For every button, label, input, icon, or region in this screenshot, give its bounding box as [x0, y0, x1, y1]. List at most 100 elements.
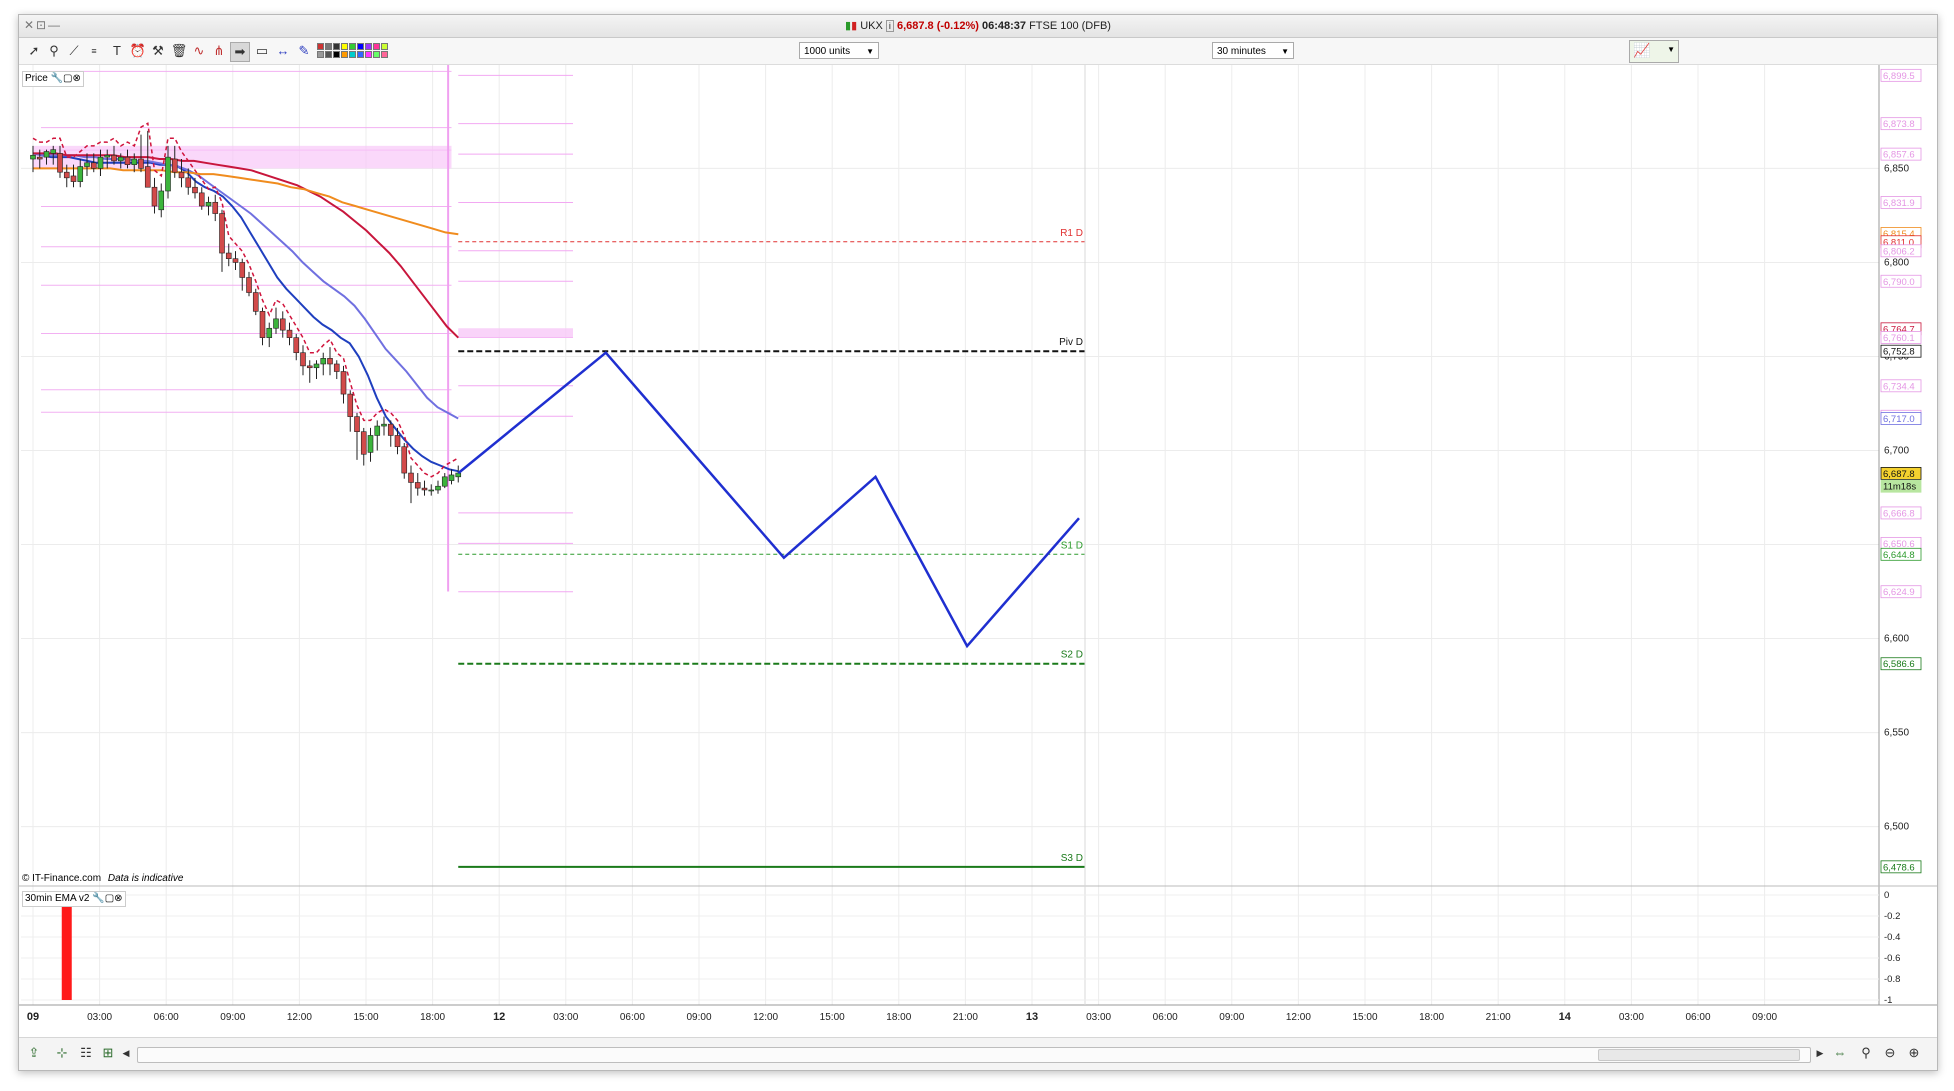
candle-body — [435, 485, 441, 491]
candle-body — [185, 177, 192, 188]
candle-body — [259, 311, 266, 338]
candle-body — [252, 292, 259, 312]
candle-body — [381, 423, 387, 427]
axis-value-label: 6,624.9 — [1883, 587, 1915, 598]
candle-body — [144, 166, 151, 188]
axis-value-label: 6,734.4 — [1883, 381, 1915, 392]
y-tick-label: 6,800 — [1884, 257, 1909, 268]
axis-value-label: 6,806.2 — [1883, 246, 1915, 257]
x-tick-label: 09 — [27, 1011, 39, 1023]
candle-body — [178, 171, 185, 179]
indicator-tick-label: 0 — [1884, 890, 1889, 901]
candle-body — [441, 476, 448, 487]
chart-canvas[interactable]: 6,5006,5506,6006,6506,7006,7506,8006,850… — [19, 15, 1937, 1037]
zoom-in-icon[interactable]: ⊕ — [1905, 1044, 1923, 1062]
candle-body — [320, 358, 327, 365]
pivot-label: Piv D — [1059, 337, 1083, 348]
window-icon[interactable]: ▢ — [105, 893, 114, 904]
watermark-note: Data is indicative — [107, 873, 184, 884]
close-pane-icon[interactable]: ⊗ — [72, 73, 80, 84]
candle-body — [367, 435, 374, 453]
list-icon[interactable]: ☷ — [77, 1044, 95, 1062]
candle-body — [158, 190, 165, 211]
x-tick-label: 15:00 — [353, 1012, 378, 1023]
candle-body — [151, 186, 158, 207]
settings-icon[interactable]: 🔧 — [92, 893, 104, 904]
candle-body — [414, 482, 421, 489]
axis-value-label: 6,717.0 — [1883, 414, 1915, 425]
candle-body — [36, 156, 43, 160]
candle-body — [84, 162, 90, 167]
y-tick-label: 6,550 — [1884, 728, 1909, 739]
x-tick-label: 03:00 — [1619, 1012, 1644, 1023]
scroll-thumb[interactable] — [1598, 1049, 1800, 1061]
x-tick-label: 06:00 — [1685, 1012, 1710, 1023]
zoom-region-icon[interactable]: ⚲ — [1857, 1044, 1875, 1062]
candle-body — [293, 337, 300, 354]
axis-value-label: 6,586.6 — [1883, 659, 1915, 670]
candle-body — [30, 154, 36, 160]
axis-value-label: 6,899.5 — [1883, 71, 1915, 82]
settings-icon[interactable]: 🔧 — [51, 73, 63, 84]
candle-body — [219, 213, 225, 254]
horizontal-scrollbar[interactable] — [137, 1047, 1811, 1063]
candle-body — [138, 158, 144, 169]
candle-body — [313, 363, 320, 369]
crosshair-icon[interactable]: ⊹ — [53, 1044, 71, 1062]
indicator-bar — [61, 903, 72, 1000]
scroll-left-icon[interactable]: ◀ — [117, 1044, 135, 1062]
y-tick-label: 6,850 — [1884, 163, 1909, 174]
indicator-tick-label: -0.4 — [1884, 932, 1900, 943]
candle-body — [205, 201, 212, 207]
moving-average-line — [32, 152, 459, 420]
candle-body — [340, 371, 347, 395]
candles — [30, 130, 462, 504]
x-tick-label: 03:00 — [1086, 1012, 1111, 1023]
watermark-text: © IT-Finance.com — [22, 873, 102, 884]
pivot-label: S3 D — [1061, 853, 1083, 864]
indicator-tick-label: -0.8 — [1884, 974, 1900, 985]
indicator-pane-header: 30min EMA v2 🔧▢⊗ — [22, 891, 126, 907]
x-tick-label: 09:00 — [1752, 1012, 1777, 1023]
axis-value-label: 6,687.8 — [1883, 469, 1915, 480]
close-pane-icon[interactable]: ⊗ — [114, 893, 122, 904]
candle-body — [50, 149, 57, 154]
x-tick-label: 09:00 — [686, 1012, 711, 1023]
x-tick-label: 12:00 — [1286, 1012, 1311, 1023]
candle-body — [333, 363, 340, 372]
candle-body — [171, 158, 178, 173]
candle-body — [360, 431, 367, 455]
x-tick-label: 12 — [493, 1011, 505, 1023]
indicator-pane-label: 30min EMA v2 — [25, 893, 90, 904]
export-icon[interactable]: ⇪ — [25, 1044, 43, 1062]
candle-body — [77, 166, 84, 182]
axis-value-label: 6,873.8 — [1883, 119, 1915, 130]
candle-body — [354, 416, 360, 432]
x-tick-label: 15:00 — [1352, 1012, 1377, 1023]
axis-value-label: 6,790.0 — [1883, 277, 1915, 288]
pivot-band — [458, 328, 573, 338]
x-tick-label: 06:00 — [620, 1012, 645, 1023]
indicator-tick-label: -1 — [1884, 995, 1892, 1006]
moving-average-line — [32, 152, 459, 473]
candle-body — [192, 186, 198, 194]
x-tick-label: 18:00 — [420, 1012, 445, 1023]
x-tick-label: 21:00 — [953, 1012, 978, 1023]
price-pane-label: Price — [25, 73, 48, 84]
pivot-label: R1 D — [1060, 228, 1083, 239]
zoom-out-icon[interactable]: ⊖ — [1881, 1044, 1899, 1062]
scroll-right-icon[interactable]: ▶ — [1811, 1044, 1829, 1062]
candle-body — [117, 156, 124, 162]
candle-body — [90, 162, 97, 169]
price-pane-header: Price 🔧▢⊗ — [22, 71, 84, 87]
x-tick-label: 15:00 — [820, 1012, 845, 1023]
candle-body — [374, 425, 381, 436]
candle-body — [401, 446, 408, 474]
fit-icon[interactable]: ⇔ — [1831, 1044, 1849, 1062]
candle-body — [124, 156, 131, 165]
candle-body — [428, 489, 435, 492]
axis-value-label: 6,760.1 — [1883, 333, 1915, 344]
layout-icon[interactable]: ⊞ — [99, 1044, 117, 1062]
candle-body — [448, 474, 455, 481]
axis-value-label: 11m18s — [1883, 482, 1916, 493]
